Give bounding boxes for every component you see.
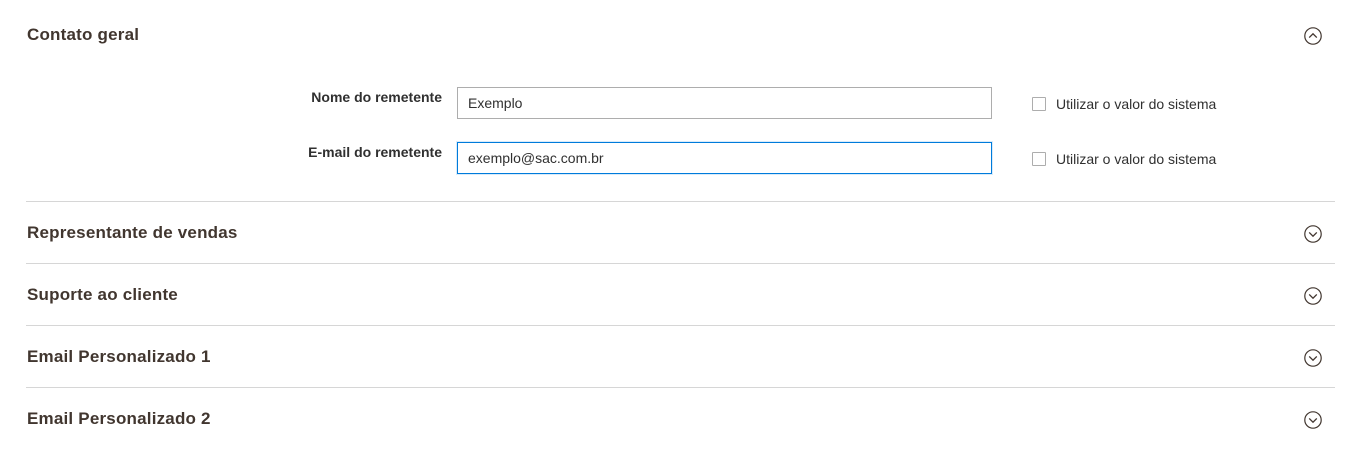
section-custom-email-2[interactable]: Email Personalizado 2 <box>26 388 1335 449</box>
section-custom-email-1[interactable]: Email Personalizado 1 <box>26 326 1335 387</box>
section-title-custom-email-1[interactable]: Email Personalizado 1 <box>27 347 211 367</box>
sender-email-use-system-value: Utilizar o valor do sistema <box>1032 150 1216 168</box>
sender-name-use-system-value-label[interactable]: Utilizar o valor do sistema <box>1056 96 1216 112</box>
sender-email-use-system-value-label[interactable]: Utilizar o valor do sistema <box>1056 151 1216 167</box>
sender-name-label: Nome do remetente <box>311 89 442 105</box>
section-sales-representative[interactable]: Representante de vendas <box>26 202 1335 263</box>
sender-name-use-system-value: Utilizar o valor do sistema <box>1032 95 1216 113</box>
sender-name-use-system-value-checkbox[interactable] <box>1032 97 1046 111</box>
section-title-custom-email-2[interactable]: Email Personalizado 2 <box>27 409 211 429</box>
chevron-down-circle-icon[interactable] <box>1304 225 1322 243</box>
sender-name-input[interactable] <box>457 87 992 119</box>
section-customer-support[interactable]: Suporte ao cliente <box>26 264 1335 325</box>
sender-email-input[interactable] <box>457 142 992 174</box>
chevron-down-circle-icon[interactable] <box>1304 411 1322 429</box>
section-title-customer-support[interactable]: Suporte ao cliente <box>27 285 178 305</box>
sender-email-label: E-mail do remetente <box>308 144 442 160</box>
chevron-down-circle-icon[interactable] <box>1304 287 1322 305</box>
section-title-general-contact[interactable]: Contato geral <box>27 25 139 45</box>
sender-email-use-system-value-checkbox[interactable] <box>1032 152 1046 166</box>
chevron-up-circle-icon[interactable] <box>1304 27 1322 45</box>
section-title-sales-representative[interactable]: Representante de vendas <box>27 223 238 243</box>
chevron-down-circle-icon[interactable] <box>1304 349 1322 367</box>
